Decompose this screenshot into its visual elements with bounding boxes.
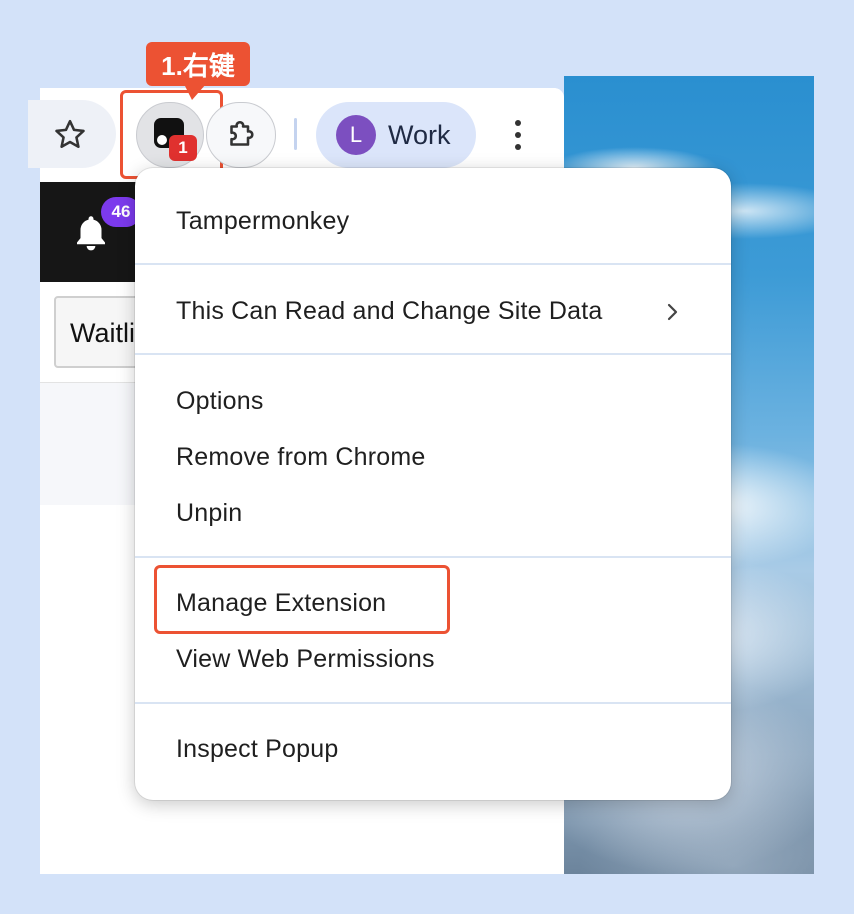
extension-context-menu: Tampermonkey This Can Read and Change Si… (135, 168, 731, 800)
menu-separator (135, 702, 731, 704)
menu-separator (135, 353, 731, 355)
annotation-highlight-manage-extension (154, 565, 450, 634)
menu-separator (135, 556, 731, 558)
annotation-pointer (184, 84, 206, 100)
toolbar-divider (294, 118, 297, 150)
menu-item-remove[interactable]: Remove from Chrome (176, 441, 426, 473)
menu-item-extension-name[interactable]: Tampermonkey (176, 205, 349, 237)
menu-separator (135, 263, 731, 265)
waitlist-button-label: Waitli (70, 318, 135, 348)
annotation-step-label: 1.右键 (146, 42, 250, 86)
menu-item-unpin[interactable]: Unpin (176, 497, 242, 529)
menu-item-site-access[interactable]: This Can Read and Change Site Data (176, 295, 603, 327)
profile-name: Work (388, 120, 451, 150)
avatar: L (336, 115, 376, 155)
more-options-icon[interactable] (508, 117, 528, 153)
puzzle-icon (230, 121, 254, 146)
page-section (40, 383, 136, 505)
menu-item-view-web-permissions[interactable]: View Web Permissions (176, 643, 435, 675)
menu-item-options[interactable]: Options (176, 385, 264, 417)
chevron-right-icon (667, 303, 678, 321)
menu-item-inspect-popup[interactable]: Inspect Popup (176, 733, 338, 765)
bookmark-star-icon[interactable] (52, 117, 88, 153)
